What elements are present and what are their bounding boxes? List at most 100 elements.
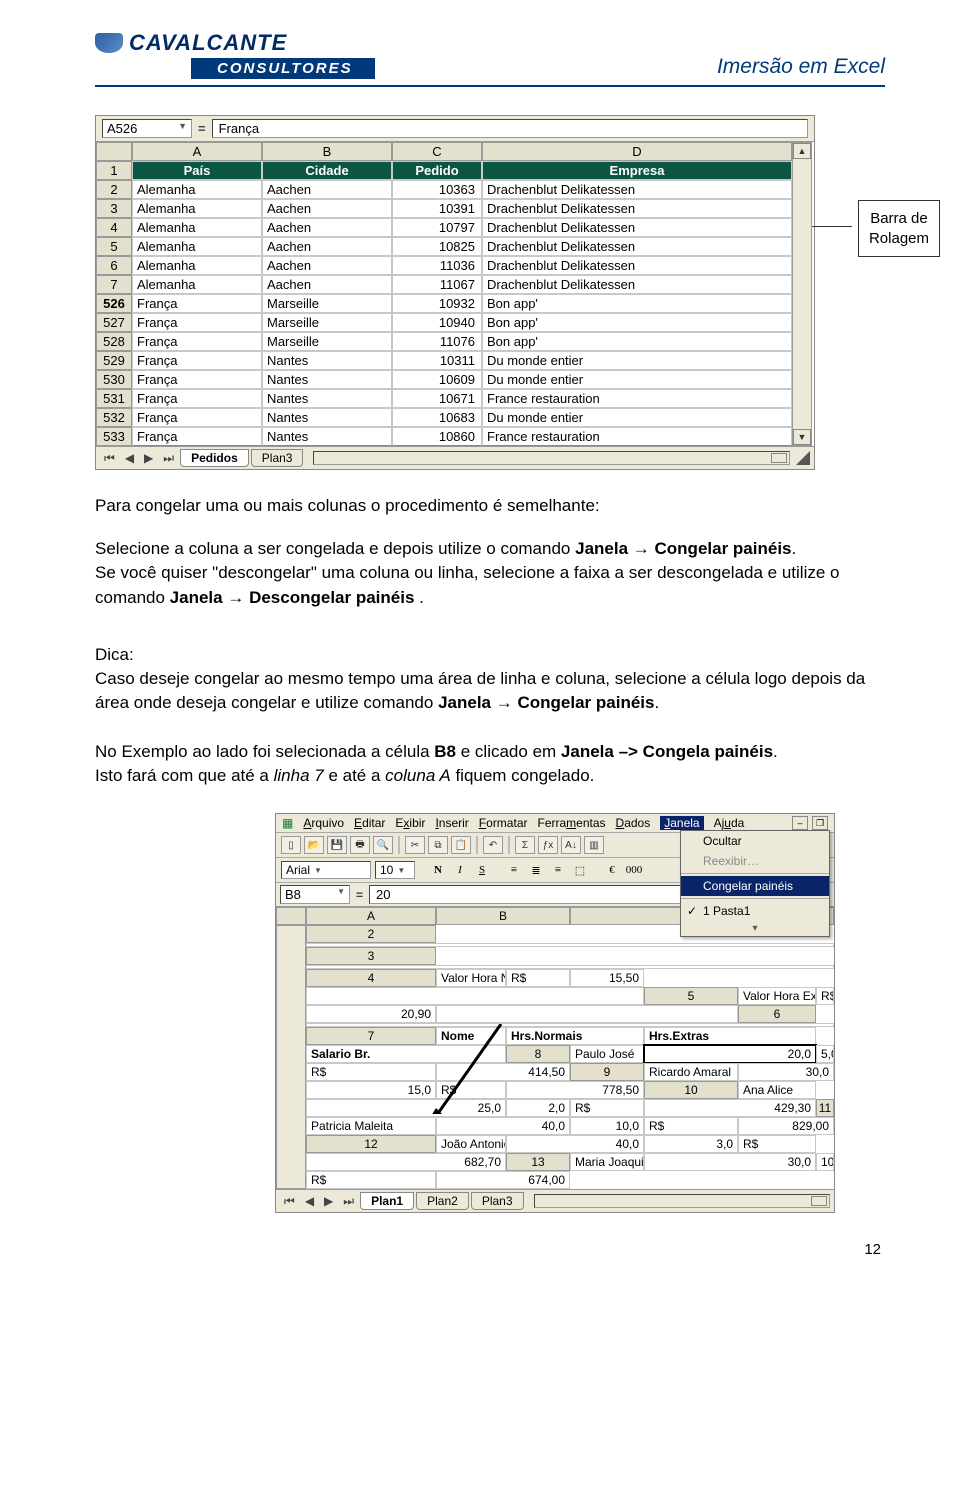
cell[interactable]: B	[262, 142, 392, 161]
cell[interactable]: 10609	[392, 370, 482, 389]
cell[interactable]: 4	[306, 969, 436, 987]
cell[interactable]: 4	[96, 218, 132, 237]
cell[interactable]: 532	[96, 408, 132, 427]
cell[interactable]: França	[132, 313, 262, 332]
align-right-icon[interactable]: ≡	[549, 862, 567, 878]
tab-nav-first-icon[interactable]: ⏮	[280, 1194, 299, 1209]
menu-inserir[interactable]: Inserir	[435, 816, 468, 830]
cell[interactable]: R$	[644, 1117, 738, 1135]
cell[interactable]: A	[306, 907, 436, 925]
spreadsheet-grid-2[interactable]: ABC234Valor Hora NormalR$15,505Valor Hor…	[276, 907, 834, 1189]
cell[interactable]: 40,0	[506, 1135, 644, 1153]
preview-icon[interactable]: 🔍	[373, 836, 393, 854]
thousands-icon[interactable]: 000	[625, 862, 643, 878]
cell[interactable]: 12	[306, 1135, 436, 1153]
cut-icon[interactable]: ✂	[405, 836, 425, 854]
cell[interactable]: Aachen	[262, 199, 392, 218]
cell[interactable]: Drachenblut Delikatessen	[482, 275, 792, 294]
cell[interactable]: Drachenblut Delikatessen	[482, 199, 792, 218]
menu-expand-icon[interactable]: ▾	[681, 921, 829, 936]
cell[interactable]: Bon app'	[482, 332, 792, 351]
menu-arquivo[interactable]: Arquivo	[303, 816, 344, 830]
cell[interactable]: 829,00	[738, 1117, 834, 1135]
cell[interactable]: 527	[96, 313, 132, 332]
cell[interactable]: 10825	[392, 237, 482, 256]
name-box[interactable]: A526 ▼	[102, 119, 192, 138]
cell[interactable]: A	[132, 142, 262, 161]
menu-ajuda[interactable]: Ajuda	[714, 816, 745, 830]
cell[interactable]: 531	[96, 389, 132, 408]
cell[interactable]: R$	[738, 1135, 816, 1153]
cell[interactable]: Maria Joaquina	[570, 1153, 644, 1171]
cell[interactable]: 2,0	[506, 1099, 570, 1117]
cell[interactable]: França	[132, 389, 262, 408]
cell[interactable]: 10	[644, 1081, 738, 1099]
cell[interactable]: Alemanha	[132, 275, 262, 294]
cell[interactable]: B	[436, 907, 570, 925]
cell[interactable]: Nantes	[262, 351, 392, 370]
cell[interactable]: 528	[96, 332, 132, 351]
cell[interactable]: 20,90	[306, 1005, 436, 1023]
menu-exibir[interactable]: Exibir	[395, 816, 425, 830]
cell[interactable]: 10860	[392, 427, 482, 446]
align-left-icon[interactable]: ≡	[505, 862, 523, 878]
cell[interactable]: 10,0	[570, 1117, 644, 1135]
tab-nav-next-icon[interactable]: ▶	[320, 1194, 337, 1208]
cell[interactable]: Nantes	[262, 389, 392, 408]
open-icon[interactable]: 📂	[304, 836, 324, 854]
menu-dados[interactable]: Dados	[616, 816, 651, 830]
restore-icon[interactable]: ❐	[812, 816, 828, 830]
cell[interactable]: Nantes	[262, 427, 392, 446]
sheet-tab-plan3[interactable]: Plan3	[251, 449, 304, 467]
cell[interactable]: 10363	[392, 180, 482, 199]
sheet-tab-pedidos[interactable]: Pedidos	[180, 449, 249, 467]
cell[interactable]: France restauration	[482, 389, 792, 408]
cell[interactable]: 13	[506, 1153, 570, 1171]
cell[interactable]: 10940	[392, 313, 482, 332]
cell[interactable]: 11067	[392, 275, 482, 294]
cell[interactable]: Alemanha	[132, 256, 262, 275]
copy-icon[interactable]: ⧉	[428, 836, 448, 854]
cell[interactable]: Aachen	[262, 180, 392, 199]
resize-handle-icon[interactable]	[796, 451, 810, 465]
cell[interactable]: 11036	[392, 256, 482, 275]
sum-icon[interactable]: Σ	[515, 836, 535, 854]
cell[interactable]: Empresa	[482, 161, 792, 180]
cell[interactable]: França	[132, 294, 262, 313]
cell[interactable]: Du monde entier	[482, 351, 792, 370]
cell[interactable]: R$	[306, 1063, 436, 1081]
cell[interactable]: 10797	[392, 218, 482, 237]
menu-ferramentas[interactable]: Ferramentas	[537, 816, 605, 830]
cell[interactable]: Hrs.Normais	[506, 1027, 644, 1045]
cell[interactable]: 9	[570, 1063, 644, 1081]
cell[interactable]: 6	[738, 1005, 816, 1023]
cell[interactable]: Aachen	[262, 256, 392, 275]
cell[interactable]: 2	[96, 180, 132, 199]
scroll-down-icon[interactable]: ▼	[793, 429, 811, 445]
sort-asc-icon[interactable]: A↓	[561, 836, 581, 854]
chart-icon[interactable]: ▥	[584, 836, 604, 854]
align-center-icon[interactable]: ≣	[527, 862, 545, 878]
cell[interactable]: Marseille	[262, 313, 392, 332]
cell[interactable]: D	[482, 142, 792, 161]
cell[interactable]: 8	[506, 1045, 570, 1063]
cell[interactable]: 10,0	[816, 1153, 834, 1171]
menu-item-congelar-paineis[interactable]: Congelar painéis	[681, 876, 829, 896]
cell[interactable]: 5,0	[816, 1045, 834, 1063]
cell[interactable]: Paulo José	[570, 1045, 644, 1063]
cell[interactable]: 3	[96, 199, 132, 218]
vertical-scrollbar-2[interactable]	[276, 925, 306, 1189]
horizontal-scrollbar[interactable]	[313, 451, 790, 465]
undo-icon[interactable]: ↶	[483, 836, 503, 854]
cell[interactable]: 5	[96, 237, 132, 256]
cell[interactable]: 10671	[392, 389, 482, 408]
cell[interactable]: 10391	[392, 199, 482, 218]
cell[interactable]: País	[132, 161, 262, 180]
cell[interactable]: 7	[306, 1027, 436, 1045]
cell[interactable]: R$	[570, 1099, 644, 1117]
cell[interactable]: 778,50	[506, 1081, 644, 1099]
sheet-tab-plan2[interactable]: Plan2	[416, 1192, 469, 1210]
cell[interactable]: 530	[96, 370, 132, 389]
minimize-icon[interactable]: –	[792, 816, 808, 830]
cell[interactable]: R$	[306, 1171, 436, 1189]
